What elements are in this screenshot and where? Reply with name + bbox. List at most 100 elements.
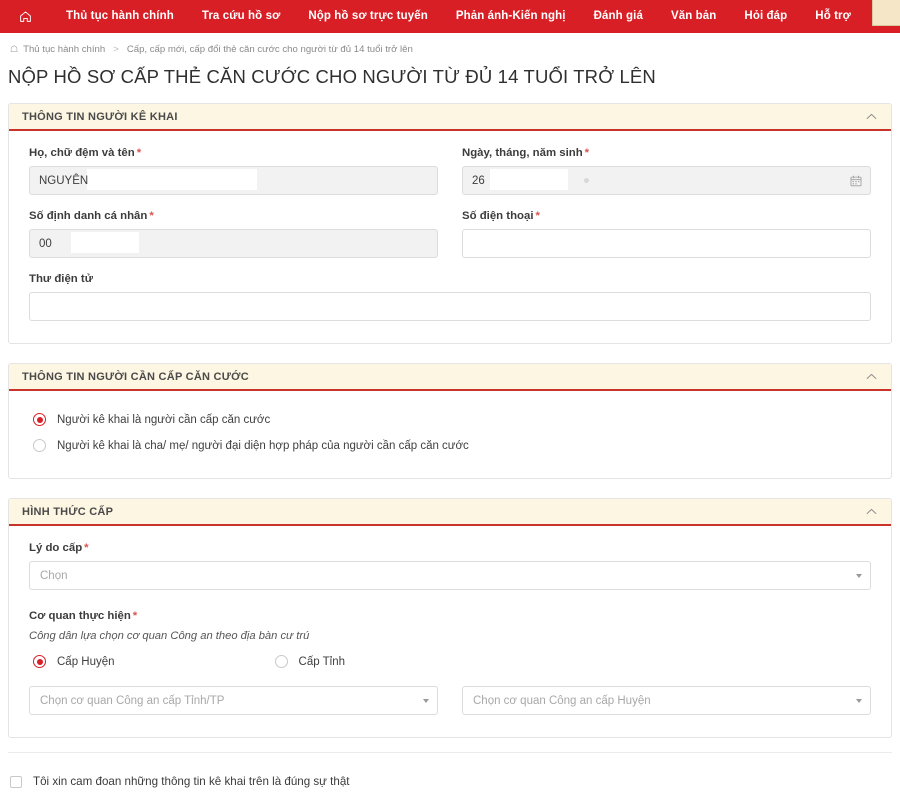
full-name-label-text: Họ, chữ đệm và tên: [29, 147, 135, 159]
home-outline-icon: ☖: [10, 44, 19, 54]
radio-indicator-district-level[interactable]: [33, 655, 46, 668]
personal-id-label-text: Số định danh cá nhân: [29, 210, 148, 222]
email-label-text: Thư điện tử: [29, 273, 93, 285]
radio-option-district-level[interactable]: Cấp Huyện: [33, 655, 115, 668]
home-icon[interactable]: [12, 4, 38, 30]
main-navbar: Thủ tục hành chính Tra cứu hồ sơ Nộp hồ …: [0, 0, 900, 33]
radio-option-guardian[interactable]: Người kê khai là cha/ mẹ/ người đại diện…: [33, 439, 867, 452]
section-issue-header[interactable]: HÌNH THỨC CẤP: [9, 499, 891, 526]
chevron-up-icon[interactable]: [866, 508, 877, 515]
radio-label-province-level: Cấp Tỉnh: [298, 655, 346, 668]
consent-checkbox[interactable]: [10, 775, 22, 788]
field-phone: Số điện thoại *: [462, 210, 871, 258]
chevron-up-icon[interactable]: [866, 373, 877, 380]
nav-item-thu-tuc-hanh-chinh[interactable]: Thủ tục hành chính: [52, 0, 188, 33]
section-issue-title: HÌNH THỨC CẤP: [22, 505, 114, 518]
radio-indicator-province-level[interactable]: [274, 655, 288, 668]
nav-item-hoi-dap[interactable]: Hỏi đáp: [730, 0, 801, 33]
dob-caret-dot: [584, 178, 589, 183]
phone-input[interactable]: [462, 229, 871, 258]
section-issue-type: HÌNH THỨC CẤP Lý do cấp * Chọn Cơ quan t…: [8, 498, 892, 738]
personal-id-label: Số định danh cá nhân *: [29, 210, 438, 222]
subject-radio-group: Người kê khai là người cần cấp căn cước …: [29, 407, 871, 456]
radio-label-district-level: Cấp Huyện: [57, 655, 115, 668]
province-select-wrap: Chọn cơ quan Công an cấp Tỉnh/TP: [29, 686, 438, 715]
personal-id-value-highlight: [71, 232, 139, 253]
reason-select[interactable]: Chọn: [29, 561, 871, 590]
radio-option-province-level[interactable]: Cấp Tỉnh: [274, 655, 346, 668]
section-subject-info: THÔNG TIN NGƯỜI CẦN CẤP CĂN CƯỚC Người k…: [8, 363, 892, 479]
required-mark: *: [149, 210, 154, 222]
field-personal-id: Số định danh cá nhân * 00: [29, 210, 438, 258]
reason-select-wrap: Chọn: [29, 561, 871, 590]
district-select-wrap: Chọn cơ quan Công an cấp Huyện: [462, 686, 871, 715]
section-declarant-body: Họ, chữ đệm và tên * NGUYÊN Ngày, tháng, …: [9, 131, 891, 343]
required-mark: *: [132, 610, 138, 622]
personal-id-input-wrap: 00: [29, 229, 438, 258]
consent-divider: [8, 752, 892, 753]
email-label: Thư điện tử: [29, 273, 871, 285]
required-mark: *: [535, 210, 540, 222]
page-root: Thủ tục hành chính Tra cứu hồ sơ Nộp hồ …: [0, 0, 900, 802]
section-subject-header[interactable]: THÔNG TIN NGƯỜI CẦN CẤP CĂN CƯỚC: [9, 364, 891, 391]
breadcrumb-separator: >: [113, 44, 119, 55]
email-input[interactable]: [29, 292, 871, 321]
nav-item-tra-cuu-ho-so[interactable]: Tra cứu hồ sơ: [188, 0, 295, 33]
section-subject-title: THÔNG TIN NGƯỜI CẦN CẤP CĂN CƯỚC: [22, 370, 249, 383]
dob-input-wrap: 26: [462, 166, 871, 195]
field-email: Thư điện tử: [29, 273, 871, 321]
radio-indicator-guardian[interactable]: [33, 439, 46, 452]
required-mark: *: [584, 147, 590, 159]
section-subject-body: Người kê khai là người cần cấp căn cước …: [9, 391, 891, 478]
agency-label: Cơ quan thực hiện *: [29, 610, 871, 622]
calendar-icon[interactable]: [850, 175, 862, 187]
section-issue-body: Lý do cấp * Chọn Cơ quan thực hiện * Công …: [9, 526, 891, 737]
phone-label: Số điện thoại *: [462, 210, 871, 222]
dob-label: Ngày, tháng, năm sinh *: [462, 147, 871, 159]
full-name-input-wrap: NGUYÊN: [29, 166, 438, 195]
page-title: NỘP HỒ SƠ CẤP THẺ CĂN CƯỚC CHO NGƯỜI TỪ …: [8, 66, 656, 87]
radio-option-self[interactable]: Người kê khai là người cần cấp căn cước: [33, 413, 867, 426]
consent-row[interactable]: Tôi xin cam đoan những thông tin kê khai…: [10, 775, 900, 802]
district-agency-select[interactable]: Chọn cơ quan Công an cấp Huyện: [462, 686, 871, 715]
section-declarant-info: THÔNG TIN NGƯỜI KÊ KHAI Họ, chữ đệm và t…: [8, 103, 892, 344]
nav-item-phan-anh-kien-nghi[interactable]: Phản ánh-Kiến nghị: [442, 0, 580, 33]
form-row-id-phone: Số định danh cá nhân * 00 Số điện thoại *: [29, 210, 871, 258]
agency-hint: Công dân lựa chọn cơ quan Công an theo đ…: [29, 630, 310, 642]
nav-item-nop-ho-so-truc-tuyen[interactable]: Nộp hồ sơ trực tuyến: [294, 0, 441, 33]
field-reason: Lý do cấp * Chọn: [29, 542, 871, 590]
field-full-name: Họ, chữ đệm và tên * NGUYÊN: [29, 147, 438, 195]
form-row-name-dob: Họ, chữ đệm và tên * NGUYÊN Ngày, tháng, …: [29, 147, 871, 195]
radio-label-self: Người kê khai là người cần cấp căn cước: [57, 413, 271, 426]
field-dob: Ngày, tháng, năm sinh * 26: [462, 147, 871, 195]
breadcrumb-current: Cấp, cấp mới, cấp đổi thẻ căn cước cho n…: [126, 44, 413, 55]
full-name-value-highlight: [87, 169, 257, 190]
section-declarant-header[interactable]: THÔNG TIN NGƯỜI KÊ KHAI: [9, 104, 891, 131]
reason-label-text: Lý do cấp: [29, 542, 83, 554]
consent-label: Tôi xin cam đoan những thông tin kê khai…: [33, 775, 350, 788]
agency-level-radio-group: Cấp Huyện Cấp Tỉnh: [33, 655, 871, 668]
full-name-label: Họ, chữ đệm và tên *: [29, 147, 438, 159]
required-mark: *: [84, 542, 89, 554]
field-agency: Cơ quan thực hiện * Công dân lựa chọn cơ …: [29, 610, 871, 715]
section-declarant-title: THÔNG TIN NGƯỜI KÊ KHAI: [22, 110, 178, 123]
agency-selects-row: Chọn cơ quan Công an cấp Tỉnh/TP Chọn cơ…: [29, 686, 871, 715]
nav-item-van-ban[interactable]: Văn bản: [657, 0, 730, 33]
agency-label-text: Cơ quan thực hiện: [29, 610, 131, 622]
radio-label-guardian: Người kê khai là cha/ mẹ/ người đại diện…: [57, 439, 469, 452]
breadcrumb: ☖ Thủ tục hành chính > Cấp, cấp mới, cấp…: [0, 33, 900, 55]
province-agency-select[interactable]: Chọn cơ quan Công an cấp Tỉnh/TP: [29, 686, 438, 715]
nav-item-ho-tro[interactable]: Hỗ trợ: [801, 0, 865, 33]
phone-label-text: Số điện thoại: [462, 210, 534, 222]
required-mark: *: [136, 147, 142, 159]
breadcrumb-root-link[interactable]: Thủ tục hành chính: [23, 44, 105, 55]
form-row-reason: Lý do cấp * Chọn: [29, 542, 871, 590]
reason-label: Lý do cấp *: [29, 542, 871, 554]
dob-label-text: Ngày, tháng, năm sinh: [462, 147, 583, 159]
navbar-corner-decoration: [872, 0, 900, 26]
radio-indicator-self[interactable]: [33, 413, 46, 426]
dob-value-highlight: [490, 169, 568, 190]
chevron-up-icon[interactable]: [866, 113, 877, 120]
form-row-email: Thư điện tử: [29, 273, 871, 321]
nav-item-danh-gia[interactable]: Đánh giá: [580, 0, 657, 33]
